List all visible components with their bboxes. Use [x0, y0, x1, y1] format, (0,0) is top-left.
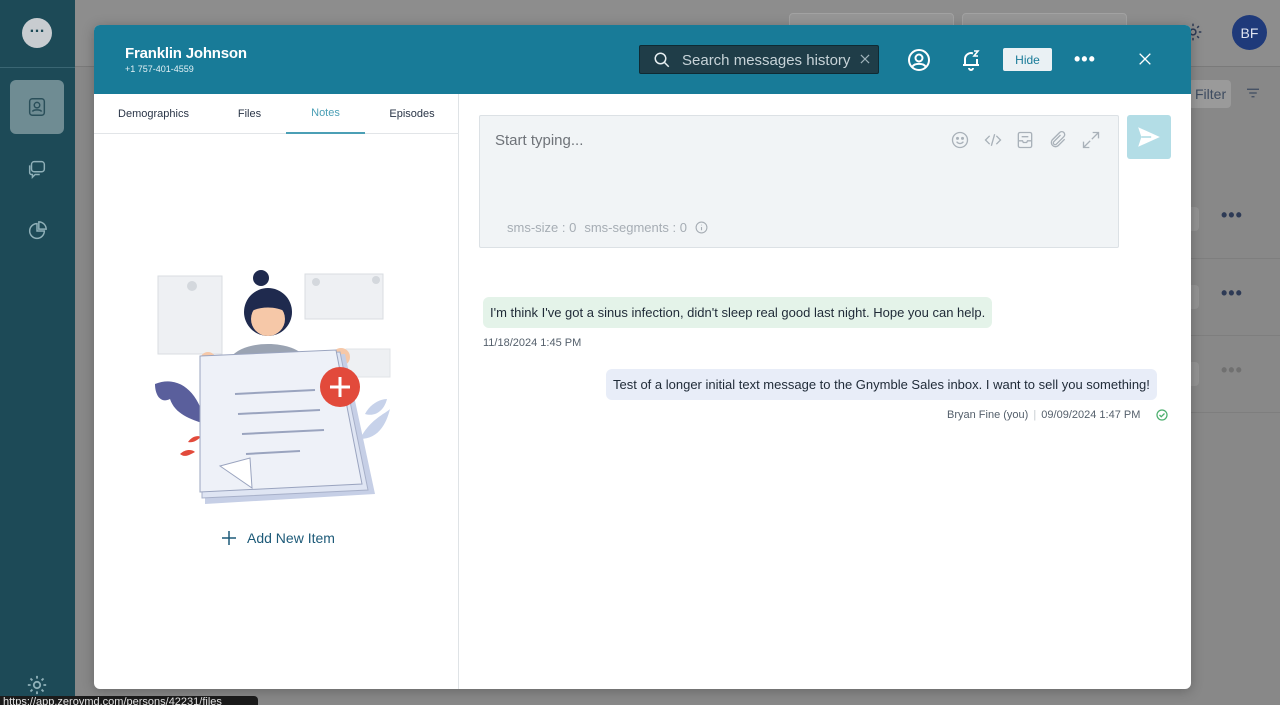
hide-button[interactable]: Hide — [1003, 48, 1052, 71]
sms-counter: sms-size : 0 sms-segments : 0 — [507, 220, 708, 235]
snooze-button[interactable] — [958, 47, 984, 73]
search-input[interactable] — [682, 50, 852, 70]
pie-chart-icon — [28, 221, 47, 240]
info-icon[interactable] — [695, 221, 708, 234]
contact-details-panel: Demographics Files Notes Episodes Add Ne… — [94, 94, 459, 689]
more-options-button[interactable]: ••• — [1074, 49, 1096, 70]
contact-phone: +1 757-401-4559 — [125, 64, 194, 74]
code-icon[interactable] — [983, 130, 1003, 150]
send-button[interactable] — [1127, 115, 1171, 159]
row-menu-dots[interactable]: ••• — [1221, 283, 1243, 304]
add-new-note-button[interactable]: Add New Item — [221, 530, 335, 546]
app-logo — [22, 18, 52, 48]
plus-icon — [222, 531, 236, 545]
row-divider — [1191, 335, 1280, 336]
message-search — [639, 45, 879, 74]
add-new-note-label: Add New Item — [247, 530, 335, 546]
outgoing-message: Test of a longer initial text message to… — [606, 369, 1157, 400]
message-input[interactable] — [495, 129, 935, 151]
tab-notes[interactable]: Notes — [286, 94, 365, 134]
status-url-tooltip: https://app.zerovmd.com/persons/42231/fi… — [0, 696, 258, 705]
avatar[interactable]: BF — [1232, 15, 1267, 50]
sort-filter-icon[interactable] — [1244, 84, 1262, 102]
contacts-icon — [28, 98, 46, 116]
tab-files[interactable]: Files — [213, 94, 286, 134]
app-sidebar — [0, 0, 75, 705]
template-icon[interactable] — [1015, 130, 1035, 150]
bell-snooze-icon — [963, 50, 980, 71]
sidebar-item-reports[interactable] — [10, 204, 64, 258]
filter-button[interactable]: Filter — [1188, 80, 1231, 108]
row-menu-dots[interactable]: ••• — [1221, 205, 1243, 226]
send-icon — [1138, 127, 1160, 147]
modal-header: Franklin Johnson +1 757-401-4559 Hide ••… — [94, 25, 1191, 94]
message-timestamp: 11/18/2024 1:45 PM — [483, 337, 582, 349]
row-divider — [1191, 412, 1280, 413]
search-icon — [654, 52, 670, 68]
emoji-icon[interactable] — [950, 130, 970, 150]
sms-segments: sms-segments : 0 — [584, 220, 687, 235]
contact-name: Franklin Johnson — [125, 45, 247, 62]
row-menu-dots[interactable]: ••• — [1221, 360, 1243, 381]
message-sender: Bryan Fine (you) — [947, 409, 1029, 421]
row-divider — [1191, 258, 1280, 259]
empty-notes-illustration — [155, 270, 391, 504]
sidebar-item-messages[interactable] — [10, 142, 64, 196]
detail-tabs: Demographics Files Notes Episodes — [94, 94, 459, 134]
message-composer: sms-size : 0 sms-segments : 0 — [479, 115, 1119, 248]
sms-size: sms-size : 0 — [507, 220, 577, 235]
close-icon[interactable] — [1137, 51, 1153, 67]
message-timestamp: 09/09/2024 1:47 PM — [1041, 409, 1141, 421]
clear-search-icon[interactable] — [858, 52, 872, 66]
incoming-message: I'm think I've got a sinus infection, di… — [483, 297, 993, 328]
attachment-icon[interactable] — [1048, 130, 1068, 150]
settings-gear-icon[interactable] — [26, 674, 48, 696]
user-circle-icon — [908, 49, 930, 71]
sidebar-divider — [0, 67, 75, 68]
message-meta: Bryan Fine (you) | 09/09/2024 1:47 PM — [947, 409, 1141, 421]
delivered-check-icon — [1156, 409, 1168, 421]
expand-icon[interactable] — [1081, 130, 1101, 150]
chat-icon — [28, 160, 46, 180]
contact-profile-button[interactable] — [906, 47, 932, 73]
tab-episodes[interactable]: Episodes — [365, 94, 459, 134]
tab-demographics[interactable]: Demographics — [94, 94, 213, 134]
sidebar-item-contacts[interactable] — [10, 80, 64, 134]
conversation-modal: Franklin Johnson +1 757-401-4559 Hide ••… — [94, 25, 1191, 689]
